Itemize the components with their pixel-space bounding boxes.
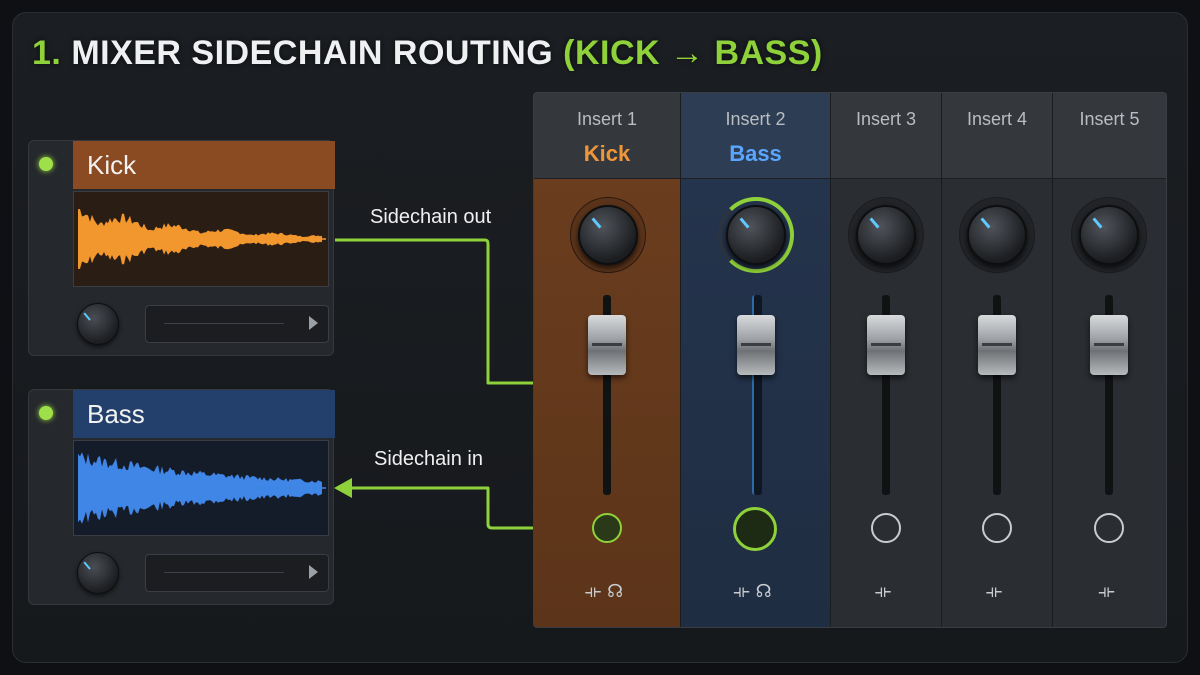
headphones-icon[interactable]: ☊ — [756, 581, 778, 602]
strip-header — [942, 93, 1052, 179]
pan-knob[interactable] — [726, 205, 786, 265]
strip-icons: ⟛☊ — [534, 581, 680, 602]
pan-knob[interactable] — [1079, 205, 1139, 265]
track-label: Kick — [583, 141, 631, 166]
insert-label[interactable]: Insert 5 — [1053, 109, 1166, 130]
headphones-icon[interactable]: ☊ — [607, 581, 629, 602]
mixer-panel: Insert 1 Kick ⟛☊ Insert 2 Bass ⟛☊ Insert… — [533, 92, 1167, 628]
volume-fader[interactable] — [588, 315, 626, 375]
pan-knob[interactable] — [967, 205, 1027, 265]
sidechain-out-line — [335, 238, 550, 385]
sidechain-icon[interactable] — [592, 513, 622, 543]
pan-knob[interactable] — [578, 205, 638, 265]
strip-icons: ⟛ — [1053, 581, 1166, 602]
route-icon[interactable] — [982, 513, 1012, 543]
stereo-split-icon[interactable]: ⟛ — [986, 581, 1008, 602]
stereo-split-icon[interactable]: ⟛ — [733, 581, 755, 602]
route-icon[interactable] — [871, 513, 901, 543]
route-icon[interactable] — [1094, 513, 1124, 543]
sidechain-icon[interactable] — [733, 507, 777, 551]
volume-fader[interactable] — [867, 315, 905, 375]
volume-fader[interactable] — [737, 315, 775, 375]
volume-fader[interactable] — [978, 315, 1016, 375]
mixer-strip-insert-2: Insert 2 Bass ⟛☊ — [681, 93, 831, 627]
mixer-strip-insert-4: Insert 4 ⟛ — [942, 93, 1053, 627]
insert-label[interactable]: Insert 1 — [534, 109, 680, 130]
mixer-strip-insert-3: Insert 3 ⟛ — [831, 93, 942, 627]
track-label: Bass — [729, 141, 782, 166]
mixer-strip-insert-5: Insert 5 ⟛ — [1053, 93, 1166, 627]
sidechain-out-label: Sidechain out — [370, 206, 492, 228]
mixer-strip-insert-1: Insert 1 Kick ⟛☊ — [534, 93, 681, 627]
stereo-split-icon[interactable]: ⟛ — [1098, 581, 1120, 602]
insert-label[interactable]: Insert 3 — [831, 109, 941, 130]
arrowhead-left-icon — [334, 478, 352, 498]
volume-fader[interactable] — [1090, 315, 1128, 375]
sidechain-in-label: Sidechain in — [374, 448, 483, 470]
strip-icons: ⟛☊ — [681, 581, 830, 602]
insert-label[interactable]: Insert 2 — [681, 109, 830, 130]
strip-header — [831, 93, 941, 179]
pan-knob[interactable] — [856, 205, 916, 265]
strip-header — [1053, 93, 1166, 179]
stereo-split-icon[interactable]: ⟛ — [585, 581, 607, 602]
insert-label[interactable]: Insert 4 — [942, 109, 1052, 130]
strip-icons: ⟛ — [831, 581, 941, 602]
stereo-split-icon[interactable]: ⟛ — [875, 581, 897, 602]
strip-icons: ⟛ — [942, 581, 1052, 602]
